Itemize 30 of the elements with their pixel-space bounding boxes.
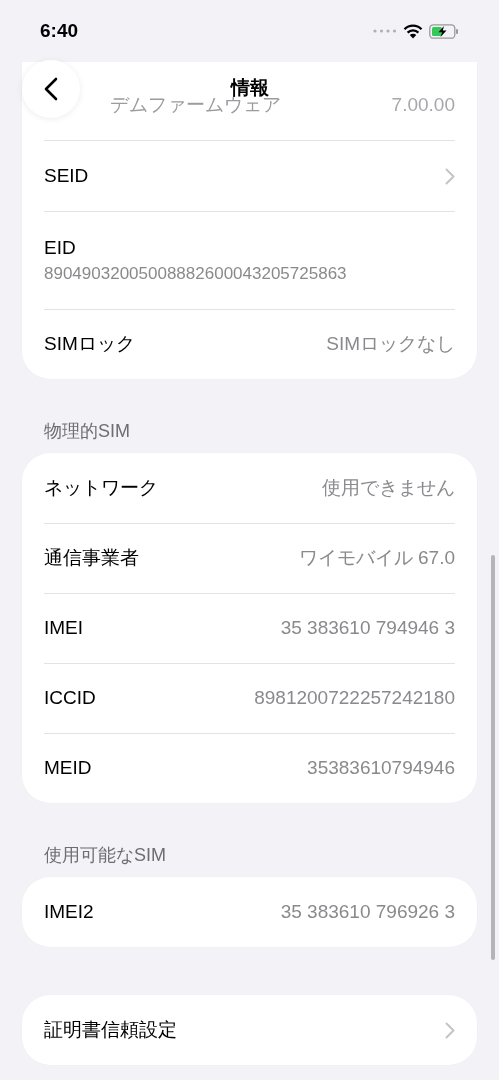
list-row[interactable]: SEID: [44, 141, 455, 211]
chevron-icon: [445, 1021, 455, 1039]
row-value: SIMロックなし: [326, 332, 455, 357]
row-value: 8981200722257242180: [254, 686, 455, 711]
chevron-icon: [445, 167, 455, 185]
section-header: 使用可能なSIM: [43, 844, 167, 867]
list-row[interactable]: 証明書信頼設定: [44, 995, 455, 1065]
row-label: IMEI: [44, 616, 84, 641]
row-value: ワイモバイル 67.0: [298, 546, 455, 571]
row-value: 7.00.00: [391, 92, 455, 117]
row-value: 89049032005008882600043205725863: [44, 262, 348, 285]
row-label: ネットワーク: [44, 475, 158, 500]
back-icon: [44, 77, 58, 101]
row-label: 通信事業者: [44, 546, 139, 571]
section-header: 物理的SIM: [43, 420, 131, 443]
row-label: SEID: [44, 163, 89, 188]
row-label: EID: [44, 235, 77, 260]
wifi-icon: [403, 23, 423, 39]
row-label: SIMロック: [44, 332, 135, 357]
status-time: 6:40: [40, 18, 79, 43]
row-value: 35383610794946: [307, 756, 455, 781]
row-value: 使用できません: [322, 475, 455, 500]
row-value: 35 383610 796926 3: [280, 899, 455, 924]
row-label: 証明書信頼設定: [44, 1017, 177, 1042]
signal-dots-icon: [373, 29, 397, 33]
battery-charging-icon: [429, 23, 459, 39]
row-label: IMEI2: [44, 899, 94, 924]
row-label: ICCID: [44, 686, 96, 711]
row-label: MEID: [44, 756, 92, 781]
row-value: 35 383610 794946 3: [280, 616, 455, 641]
